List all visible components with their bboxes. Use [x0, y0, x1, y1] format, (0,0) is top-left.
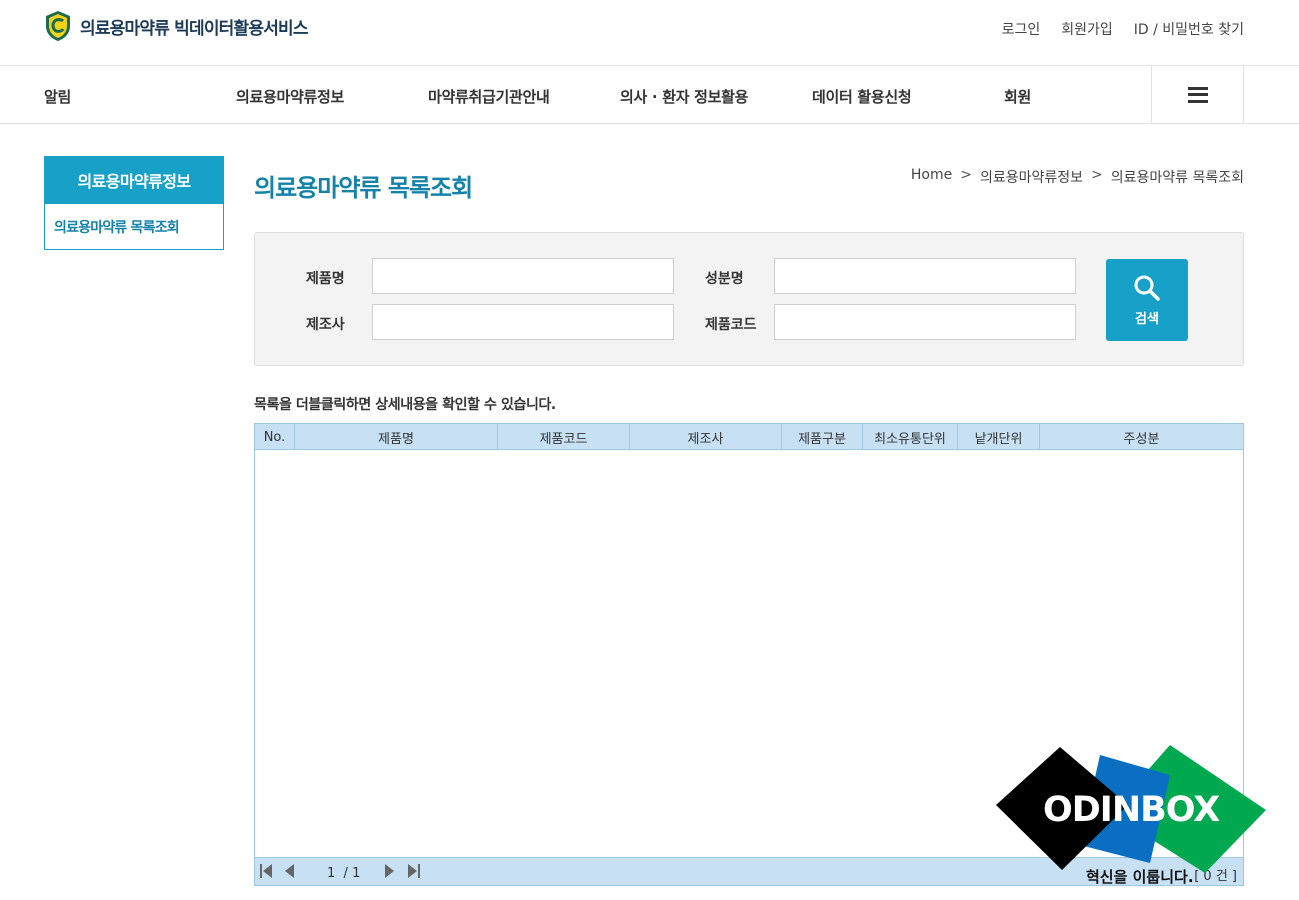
main-navigation: 알림 의료용마약류정보 마약류취급기관안내 의사 · 환자 정보활용 데이터 활… [0, 66, 1299, 124]
shield-logo-icon [46, 11, 70, 41]
page-separator: / [343, 866, 348, 881]
manufacturer-label: 제조사 [306, 317, 345, 333]
product-code-input[interactable] [775, 305, 1075, 339]
find-id-password-link[interactable]: ID / 비밀번호 찾기 [1134, 19, 1244, 39]
manufacturer-field[interactable] [372, 304, 674, 340]
page-indicator: 1 / 1 [327, 866, 360, 881]
column-header-product-name[interactable]: 제품명 [295, 424, 498, 450]
top-header: 의료용마약류 빅데이터활용서비스 로그인 회원가입 ID / 비밀번호 찾기 [0, 0, 1299, 66]
product-code-label: 제품코드 [705, 317, 757, 333]
watermark-slogan: 혁신을 이룹니다. [1086, 868, 1194, 886]
column-header-min-distribution-unit[interactable]: 최소유통단위 [863, 424, 958, 450]
first-page-icon[interactable] [259, 863, 273, 879]
breadcrumb-home[interactable]: Home [911, 167, 952, 187]
breadcrumb-current: 의료용마약류 목록조회 [1110, 170, 1244, 186]
manufacturer-input[interactable] [373, 305, 673, 339]
last-page-icon[interactable] [407, 863, 421, 879]
nav-item-notice[interactable]: 알림 [44, 86, 71, 107]
all-menu-button[interactable] [1151, 66, 1244, 123]
site-logo-text: 의료용마약류 빅데이터활용서비스 [80, 18, 309, 39]
breadcrumb-separator: > [960, 167, 972, 183]
breadcrumb-separator: > [1091, 167, 1103, 183]
breadcrumb: Home > 의료용마약류정보 > 의료용마약류 목록조회 [911, 167, 1244, 187]
utility-links: 로그인 회원가입 ID / 비밀번호 찾기 [1002, 19, 1244, 39]
ingredient-name-input[interactable] [775, 259, 1075, 293]
nav-item-doctor-patient-info[interactable]: 의사 · 환자 정보활용 [620, 86, 748, 107]
column-header-no[interactable]: No. [255, 424, 295, 450]
product-code-field[interactable] [774, 304, 1076, 340]
side-navigation: 의료용마약류정보 의료용마약류 목록조회 [44, 156, 224, 250]
signup-link[interactable]: 회원가입 [1061, 19, 1113, 39]
column-header-unit[interactable]: 낱개단위 [958, 424, 1040, 450]
column-header-main-ingredient[interactable]: 주성분 [1040, 424, 1243, 450]
column-header-product-code[interactable]: 제품코드 [498, 424, 630, 450]
grid-header: No. 제품명 제품코드 제조사 제품구분 최소유통단위 낱개단위 주성분 [255, 424, 1243, 450]
prev-page-icon[interactable] [283, 863, 295, 879]
ingredient-name-label: 성분명 [705, 271, 744, 287]
hamburger-icon [1187, 86, 1208, 103]
column-header-manufacturer[interactable]: 제조사 [630, 424, 782, 450]
column-header-product-type[interactable]: 제품구분 [782, 424, 863, 450]
product-name-field[interactable] [372, 258, 674, 294]
ingredient-name-field[interactable] [774, 258, 1076, 294]
side-nav-title: 의료용마약류정보 [44, 156, 224, 204]
list-hint-text: 목록을 더블클릭하면 상세내용을 확인할 수 있습니다. [254, 397, 556, 413]
search-icon [1134, 275, 1160, 301]
search-button[interactable]: 검색 [1106, 259, 1188, 341]
search-button-label: 검색 [1135, 311, 1159, 327]
breadcrumb-drug-info[interactable]: 의료용마약류정보 [980, 167, 1083, 187]
side-nav-item-drug-list[interactable]: 의료용마약류 목록조회 [44, 204, 224, 250]
watermark-brand: ODINBOX [1043, 790, 1220, 830]
next-page-icon[interactable] [384, 863, 396, 879]
nav-item-member[interactable]: 회원 [1004, 86, 1031, 107]
nav-item-handling-institution[interactable]: 마약류취급기관안내 [428, 86, 550, 107]
site-logo[interactable]: 의료용마약류 빅데이터활용서비스 [44, 10, 309, 42]
product-name-label: 제품명 [306, 271, 345, 287]
total-pages: 1 [352, 866, 361, 881]
search-panel: 제품명 성분명 제조사 제품코드 검색 [254, 232, 1244, 366]
product-name-input[interactable] [373, 259, 673, 293]
current-page: 1 [327, 866, 336, 881]
page-title: 의료용마약류 목록조회 [254, 174, 473, 202]
nav-item-drug-info[interactable]: 의료용마약류정보 [236, 86, 344, 107]
login-link[interactable]: 로그인 [1002, 19, 1041, 39]
nav-item-data-request[interactable]: 데이터 활용신청 [812, 86, 912, 107]
